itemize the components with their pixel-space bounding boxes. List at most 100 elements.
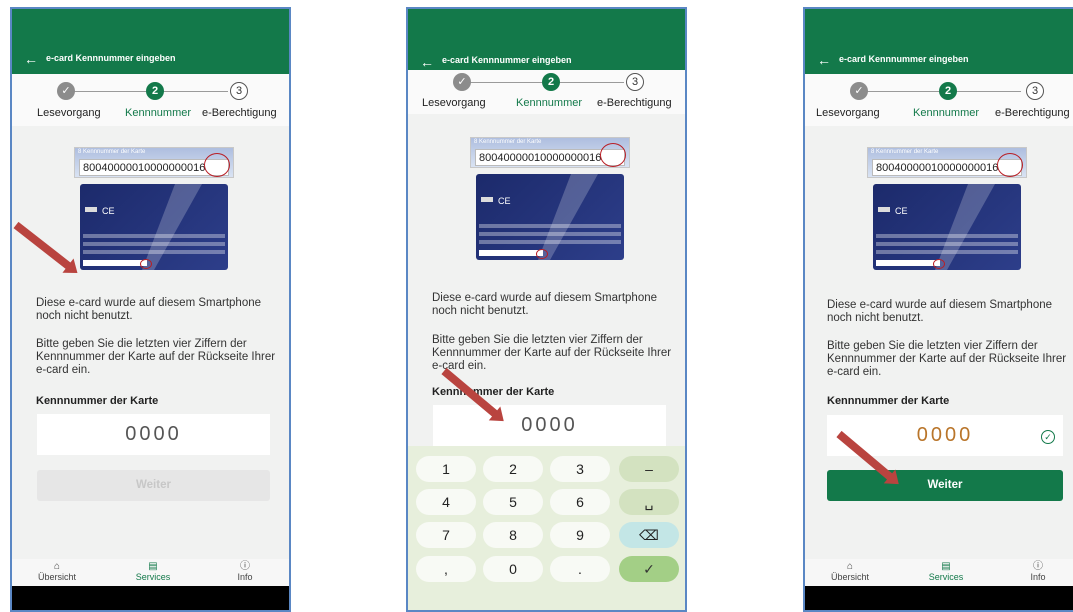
phone-screen-3: ← e-card Kennnummer eingeben ✓ 2 3 Lesev…	[803, 7, 1073, 612]
step-2-circle: 2	[939, 82, 957, 100]
space-key-icon[interactable]: ␣	[619, 489, 679, 515]
key-9[interactable]: 9	[550, 522, 610, 548]
weiter-button[interactable]: Weiter	[827, 470, 1063, 501]
step-2-label: Kennnummer	[913, 107, 980, 119]
key-comma[interactable]: ,	[416, 556, 476, 582]
numeric-keyboard: 1 2 3 – 4 5 6 ␣ 7 8 9 ⌫ , 0 . ✓	[408, 446, 685, 610]
step-3-circle: 3	[1026, 82, 1044, 100]
app-bar: ← e-card Kennnummer eingeben	[805, 9, 1073, 74]
nav-uebersicht[interactable]: ⌂ Übersicht	[815, 561, 885, 582]
card-illustration: 8 Kennnummer der Karte 80040000010000000…	[867, 147, 1027, 271]
step-3-label: e-Berechtigung	[597, 97, 672, 109]
back-arrow-icon[interactable]: ←	[817, 53, 831, 67]
step-3-label: e-Berechtigung	[995, 107, 1070, 119]
highlight-ring	[204, 153, 230, 177]
services-icon: ▤	[941, 561, 951, 572]
step-3-label: e-Berechtigung	[202, 107, 277, 119]
app-bar: ← e-card Kennnummer eingeben	[12, 9, 289, 74]
pointer-arrow	[13, 221, 74, 272]
key-5[interactable]: 5	[483, 489, 543, 515]
key-7[interactable]: 7	[416, 522, 476, 548]
step-3-circle: 3	[230, 82, 248, 100]
kennnummer-caption: 8 Kennnummer der Karte	[474, 139, 542, 145]
nav-info[interactable]: ⓘ Info	[210, 561, 280, 582]
key-dot[interactable]: .	[550, 556, 610, 582]
back-arrow-icon[interactable]: ←	[420, 55, 434, 69]
kennnummer-caption: 8 Kennnummer der Karte	[78, 149, 146, 155]
ce-logo-icon: CE	[498, 196, 511, 206]
key-3[interactable]: 3	[550, 456, 610, 482]
nav-services[interactable]: ▤ Services	[911, 561, 981, 582]
step-1-check-icon: ✓	[850, 82, 868, 100]
key-minus[interactable]: –	[619, 456, 679, 482]
nav-info[interactable]: ⓘ Info	[1003, 561, 1073, 582]
key-8[interactable]: 8	[483, 522, 543, 548]
step-2-circle: 2	[542, 73, 560, 91]
kennnummer-input[interactable]: 0000	[37, 414, 270, 455]
key-0[interactable]: 0	[483, 556, 543, 582]
field-label: Kennnummer der Karte	[36, 395, 159, 407]
stepper: ✓ 2 3 Lesevorgang Kennnummer e-Berechtig…	[408, 70, 685, 114]
step-1-check-icon: ✓	[453, 73, 471, 91]
step-1-label: Lesevorgang	[37, 107, 101, 119]
app-title: e-card Kennnummer eingeben	[442, 55, 572, 65]
kennnummer-input[interactable]: 0000	[433, 405, 666, 446]
notice-text: Diese e-card wurde auf diesem Smartphone…	[432, 292, 658, 317]
card-highlight-ring	[536, 249, 548, 259]
home-icon: ⌂	[846, 561, 854, 572]
ecard-back-image: CE	[476, 174, 624, 260]
card-highlight-ring	[933, 259, 945, 269]
key-4[interactable]: 4	[416, 489, 476, 515]
step-3-circle: 3	[626, 73, 644, 91]
ce-logo-icon: CE	[102, 206, 115, 216]
phone-screen-2: ← e-card Kennnummer eingeben ✓ 2 3 Lesev…	[406, 7, 687, 612]
step-1-label: Lesevorgang	[422, 97, 486, 109]
key-2[interactable]: 2	[483, 456, 543, 482]
step-1-label: Lesevorgang	[816, 107, 880, 119]
highlight-ring	[997, 153, 1023, 177]
field-label: Kennnummer der Karte	[827, 395, 950, 407]
tutorial-page: ← e-card Kennnummer eingeben ✓ 2 3 Lesev…	[0, 0, 1073, 612]
bottom-navigation: ⌂ Übersicht ▤ Services ⓘ Info	[805, 559, 1073, 586]
stepper: ✓ 2 3 Lesevorgang Kennnummer e-Berechtig…	[12, 74, 289, 126]
info-icon: ⓘ	[1033, 561, 1043, 572]
instruction-text: Bitte geben Sie die letzten vier Ziffern…	[827, 340, 1067, 378]
step-1-check-icon: ✓	[57, 82, 75, 100]
phone-screen-1: ← e-card Kennnummer eingeben ✓ 2 3 Lesev…	[10, 7, 291, 612]
app-bar: ← e-card Kennnummer eingeben	[408, 9, 685, 74]
highlight-ring	[600, 143, 626, 167]
step-2-circle: 2	[146, 82, 164, 100]
back-arrow-icon[interactable]: ←	[24, 52, 38, 66]
backspace-icon[interactable]: ⌫	[619, 522, 679, 548]
nav-services[interactable]: ▤ Services	[118, 561, 188, 582]
field-label: Kennnummer der Karte	[432, 386, 555, 398]
system-nav-bar	[12, 586, 289, 610]
info-icon: ⓘ	[240, 561, 250, 572]
instruction-text: Bitte geben Sie die letzten vier Ziffern…	[36, 338, 276, 376]
ecard-back-image: CE	[80, 184, 228, 270]
kennnummer-caption: 8 Kennnummer der Karte	[871, 149, 939, 155]
services-icon: ▤	[148, 561, 158, 572]
home-icon: ⌂	[53, 561, 61, 572]
weiter-button[interactable]: Weiter	[37, 470, 270, 501]
key-1[interactable]: 1	[416, 456, 476, 482]
ecard-back-image: CE	[873, 184, 1021, 270]
card-highlight-ring	[140, 259, 152, 269]
key-6[interactable]: 6	[550, 489, 610, 515]
app-title: e-card Kennnummer eingeben	[839, 54, 969, 64]
card-illustration: 8 Kennnummer der Karte 80040000010000000…	[470, 137, 630, 261]
step-2-label: Kennnummer	[516, 97, 583, 109]
instruction-text: Bitte geben Sie die letzten vier Ziffern…	[432, 334, 672, 372]
bottom-navigation: ⌂ Übersicht ▤ Services ⓘ Info	[12, 559, 289, 586]
confirm-check-icon[interactable]: ✓	[619, 556, 679, 582]
system-nav-bar	[805, 586, 1073, 610]
stepper: ✓ 2 3 Lesevorgang Kennnummer e-Berechtig…	[805, 74, 1073, 126]
nav-uebersicht[interactable]: ⌂ Übersicht	[22, 561, 92, 582]
notice-text: Diese e-card wurde auf diesem Smartphone…	[827, 299, 1053, 324]
card-illustration: 8 Kennnummer der Karte 80040000010000000…	[74, 147, 234, 271]
app-title: e-card Kennnummer eingeben	[46, 53, 176, 63]
valid-check-icon: ✓	[1041, 430, 1055, 444]
notice-text: Diese e-card wurde auf diesem Smartphone…	[36, 297, 262, 322]
step-2-label: Kennnummer	[125, 107, 192, 119]
ce-logo-icon: CE	[895, 206, 908, 216]
